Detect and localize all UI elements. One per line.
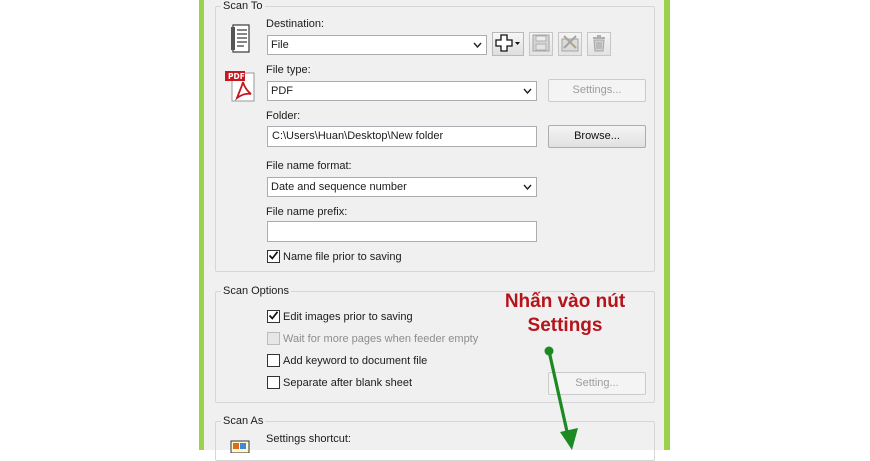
arrow-head-icon [560, 428, 578, 450]
destination-value: File [271, 39, 289, 51]
chevron-down-icon [469, 36, 486, 54]
trash-icon [591, 34, 607, 55]
file-name-prefix-label: File name prefix: [266, 206, 348, 218]
svg-text:PDF: PDF [228, 72, 245, 81]
edit-button[interactable] [558, 32, 582, 56]
file-name-format-select[interactable]: Date and sequence number [267, 177, 537, 197]
name-file-prior-label: Name file prior to saving [283, 251, 402, 263]
add-keyword-checkbox[interactable] [267, 354, 280, 367]
window-frame-right [664, 0, 670, 450]
document-icon [230, 24, 252, 54]
scan-settings-panel: Scan To Destination: File PDF File type:… [204, 0, 664, 461]
annotation-line-1: Nhấn vào nút [504, 291, 626, 312]
delete-button[interactable] [587, 32, 611, 56]
file-type-label: File type: [266, 64, 311, 76]
wait-more-pages-checkbox[interactable] [267, 332, 280, 345]
plus-icon [495, 33, 521, 55]
name-file-prior-checkbox[interactable] [267, 250, 280, 263]
annotation-callout: Nhấn vào nút Settings [470, 290, 660, 338]
destination-select[interactable]: File [267, 35, 487, 55]
scan-to-title: Scan To [221, 0, 265, 13]
file-type-settings-button[interactable]: Settings... [548, 79, 646, 102]
annotation-line-2: Settings [527, 315, 603, 336]
pdf-icon: PDF [224, 70, 258, 102]
wait-more-pages-label: Wait for more pages when feeder empty [283, 333, 479, 345]
save-button[interactable] [529, 32, 553, 56]
file-name-format-label: File name format: [266, 160, 352, 172]
edit-images-label: Edit images prior to saving [283, 311, 413, 323]
annotation-arrow [544, 346, 578, 450]
checkmark-icon [268, 310, 279, 324]
checkmark-icon [268, 250, 279, 264]
file-name-prefix-input[interactable] [267, 221, 537, 242]
scan-as-title: Scan As [221, 415, 266, 428]
chevron-down-icon [519, 178, 536, 196]
file-type-select[interactable]: PDF [267, 81, 537, 101]
add-keyword-label: Add keyword to document file [283, 355, 428, 367]
file-type-value: PDF [271, 85, 293, 97]
tools-icon [561, 34, 579, 55]
settings-shortcut-label: Settings shortcut: [266, 433, 351, 445]
separate-blank-sheet-label: Separate after blank sheet [283, 377, 413, 389]
destination-label: Destination: [266, 18, 325, 30]
file-name-format-value: Date and sequence number [271, 181, 407, 193]
arrow-shaft [547, 350, 570, 437]
shortcut-icon [230, 439, 252, 454]
chevron-down-icon [519, 82, 536, 100]
folder-label: Folder: [266, 110, 301, 122]
edit-images-checkbox[interactable] [267, 310, 280, 323]
browse-button[interactable]: Browse... [548, 125, 646, 148]
save-icon [532, 34, 550, 55]
scan-options-title: Scan Options [221, 285, 292, 298]
add-destination-button[interactable] [492, 32, 524, 56]
folder-path-input[interactable]: C:\Users\Huan\Desktop\New folder [267, 126, 537, 147]
separate-blank-sheet-checkbox[interactable] [267, 376, 280, 389]
